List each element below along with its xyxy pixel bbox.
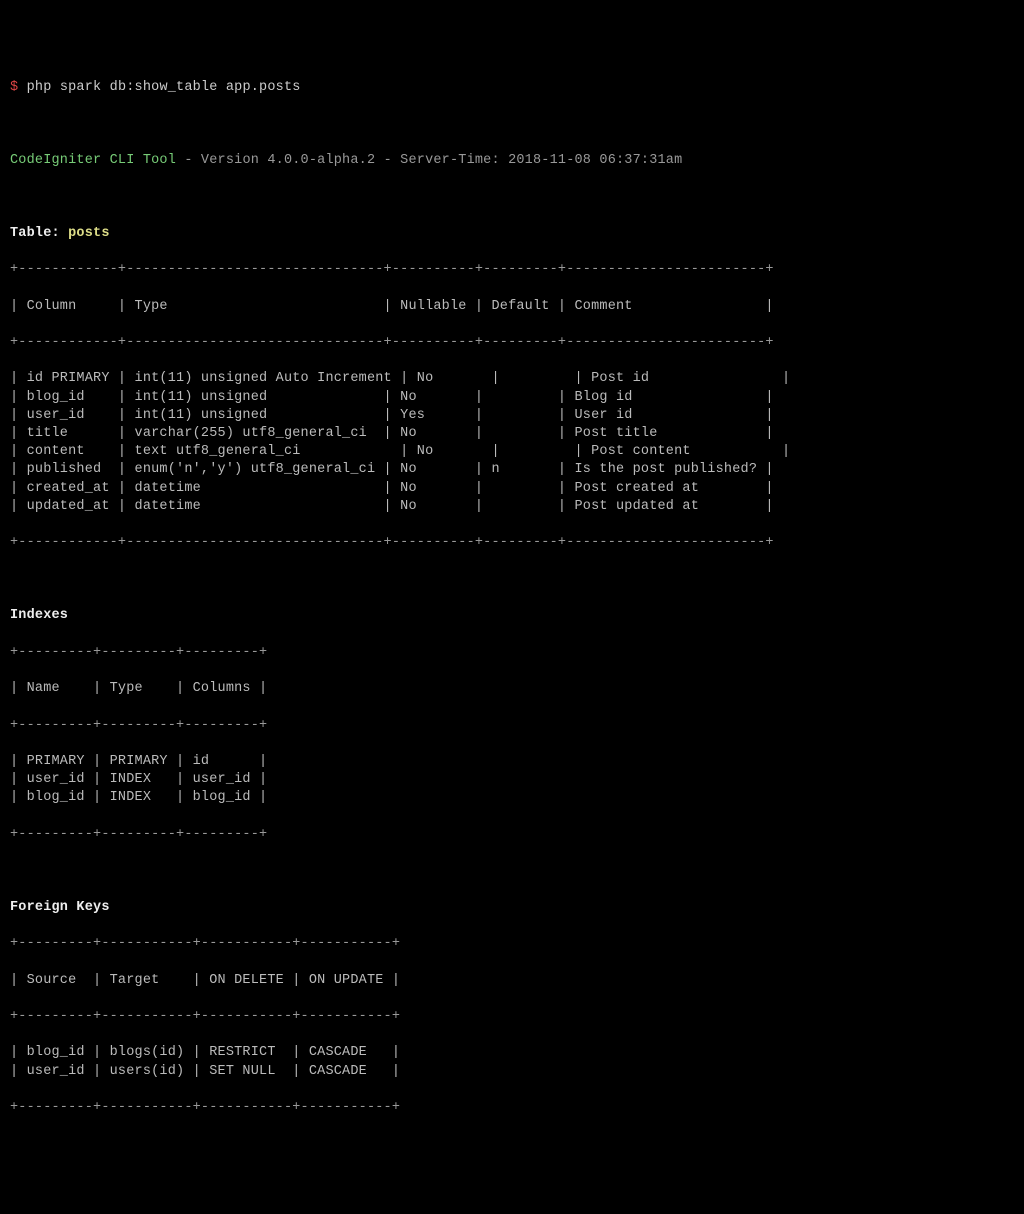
table-name: posts [68, 226, 110, 241]
command-text: php spark db:show_table app.posts [27, 80, 301, 95]
columns-separator: +------------+--------------------------… [10, 534, 1014, 552]
table-row: | updated_at | datetime | No | | Post up… [10, 498, 1014, 516]
table-row: | user_id | INDEX | user_id | [10, 771, 1014, 789]
fks-body: | blog_id | blogs(id) | RESTRICT | CASCA… [10, 1044, 1014, 1080]
table-row: | user_id | int(11) unsigned | Yes | | U… [10, 407, 1014, 425]
columns-separator: +------------+--------------------------… [10, 261, 1014, 279]
table-row: | PRIMARY | PRIMARY | id | [10, 753, 1014, 771]
table-row: | published | enum('n','y') utf8_general… [10, 461, 1014, 479]
table-label: Table: [10, 226, 68, 241]
indexes-separator: +---------+---------+---------+ [10, 644, 1014, 662]
table-row: | content | text utf8_general_ci | No | … [10, 443, 1014, 461]
table-row: | title | varchar(255) utf8_general_ci |… [10, 425, 1014, 443]
prompt-symbol: $ [10, 80, 18, 95]
columns-body: | id PRIMARY | int(11) unsigned Auto Inc… [10, 370, 1014, 516]
table-heading: Table: posts [10, 225, 1014, 243]
table-row: | created_at | datetime | No | | Post cr… [10, 480, 1014, 498]
columns-separator: +------------+--------------------------… [10, 334, 1014, 352]
fks-header: | Source | Target | ON DELETE | ON UPDAT… [10, 972, 1014, 990]
tool-version: - Version 4.0.0-alpha.2 - Server-Time: 2… [176, 153, 682, 168]
tool-name: CodeIgniter CLI Tool [10, 153, 176, 168]
indexes-header: | Name | Type | Columns | [10, 680, 1014, 698]
blank-line [10, 188, 1014, 206]
blank-line [10, 571, 1014, 589]
blank-line [10, 862, 1014, 880]
indexes-heading: Indexes [10, 607, 1014, 625]
command-line[interactable]: $ php spark db:show_table app.posts [10, 79, 1014, 97]
table-row: | id PRIMARY | int(11) unsigned Auto Inc… [10, 370, 1014, 388]
indexes-separator: +---------+---------+---------+ [10, 717, 1014, 735]
fks-separator: +---------+-----------+-----------+-----… [10, 935, 1014, 953]
table-row: | blog_id | INDEX | blog_id | [10, 789, 1014, 807]
fks-heading: Foreign Keys [10, 899, 1014, 917]
indexes-separator: +---------+---------+---------+ [10, 826, 1014, 844]
table-row: | blog_id | blogs(id) | RESTRICT | CASCA… [10, 1044, 1014, 1062]
indexes-body: | PRIMARY | PRIMARY | id || user_id | IN… [10, 753, 1014, 808]
table-row: | blog_id | int(11) unsigned | No | | Bl… [10, 389, 1014, 407]
tool-banner: CodeIgniter CLI Tool - Version 4.0.0-alp… [10, 152, 1014, 170]
fks-separator: +---------+-----------+-----------+-----… [10, 1008, 1014, 1026]
columns-header: | Column | Type | Nullable | Default | C… [10, 298, 1014, 316]
fks-separator: +---------+-----------+-----------+-----… [10, 1099, 1014, 1117]
blank-line [10, 115, 1014, 133]
table-row: | user_id | users(id) | SET NULL | CASCA… [10, 1063, 1014, 1081]
